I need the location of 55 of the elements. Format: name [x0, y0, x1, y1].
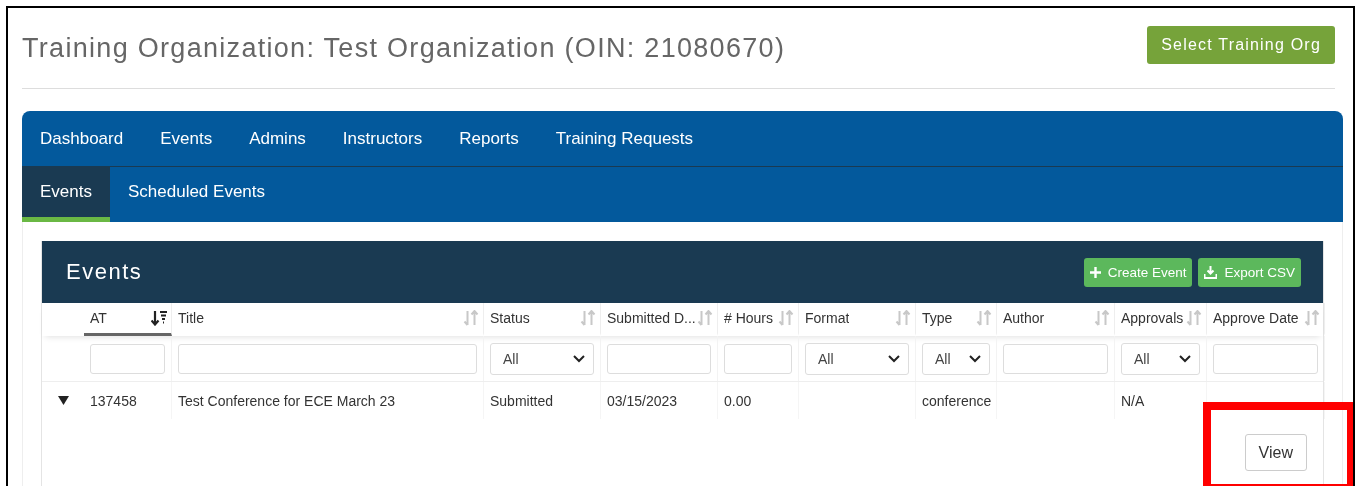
panel-title: Events [66, 259, 143, 285]
sort-descending-icon [151, 310, 167, 326]
sort-icon [778, 310, 794, 326]
column-header[interactable]: Author [997, 303, 1115, 336]
sort-icon [1094, 310, 1110, 326]
nav-tab[interactable]: Admins [249, 128, 306, 149]
column-header[interactable]: Submitted D... [601, 303, 718, 336]
filter-input[interactable] [178, 343, 477, 374]
column-header[interactable]: # Hours [718, 303, 799, 336]
nav-tab[interactable]: Events [160, 128, 213, 149]
filter-input[interactable] [90, 343, 165, 374]
plus-icon [1089, 266, 1101, 278]
filter-dropdown[interactable]: All [922, 342, 990, 375]
table-cell: 137458 [90, 392, 137, 409]
table-cell: N/A [1121, 392, 1145, 409]
table-cell: 0.00 [724, 392, 752, 409]
table-cell: Test Conference for ECE March 23 [178, 392, 396, 409]
column-header[interactable]: AT [84, 303, 172, 336]
sort-icon [463, 310, 479, 326]
column-header[interactable]: Type [916, 303, 997, 336]
chevron-down-icon [888, 354, 900, 363]
filter-input[interactable] [1213, 343, 1318, 374]
filter-dropdown[interactable]: All [1121, 342, 1200, 375]
nav-tab[interactable]: Reports [459, 128, 519, 149]
filter-input[interactable] [1003, 343, 1108, 374]
download-icon [1204, 265, 1218, 279]
table-cell: 03/15/2023 [607, 392, 678, 409]
nav-tab[interactable]: Training Requests [555, 128, 694, 149]
column-header[interactable]: Title [172, 303, 484, 336]
filter-dropdown[interactable]: All [805, 342, 909, 375]
sort-icon [580, 310, 596, 326]
filter-input[interactable] [724, 343, 792, 374]
column-header[interactable]: Approvals [1115, 303, 1207, 336]
filter-input[interactable] [607, 343, 711, 374]
sub-tab[interactable]: Events [22, 167, 110, 222]
chevron-down-icon [969, 354, 981, 363]
sort-icon [976, 310, 992, 326]
table-cell: Submitted [490, 392, 554, 409]
column-header[interactable]: Format [799, 303, 916, 336]
sort-icon [697, 310, 713, 326]
filter-dropdown[interactable]: All [490, 342, 594, 375]
nav-tab[interactable]: Instructors [342, 128, 423, 149]
column-header[interactable]: Status [484, 303, 601, 336]
table-cell: conference [922, 392, 992, 409]
sort-icon [895, 310, 911, 326]
nav-tab[interactable]: Dashboard [40, 128, 124, 149]
sub-tab[interactable]: Scheduled Events [110, 167, 284, 222]
sort-icon [1304, 310, 1320, 326]
chevron-down-icon [1179, 354, 1191, 363]
view-button[interactable]: View [1244, 434, 1307, 471]
caret-down-icon[interactable] [57, 396, 69, 405]
sort-icon [1186, 310, 1202, 326]
page-title: Training Organization: Test Organization (OIN: 21080670) [22, 32, 786, 64]
chevron-down-icon [573, 354, 585, 363]
column-header[interactable]: Approve Date [1207, 303, 1325, 336]
